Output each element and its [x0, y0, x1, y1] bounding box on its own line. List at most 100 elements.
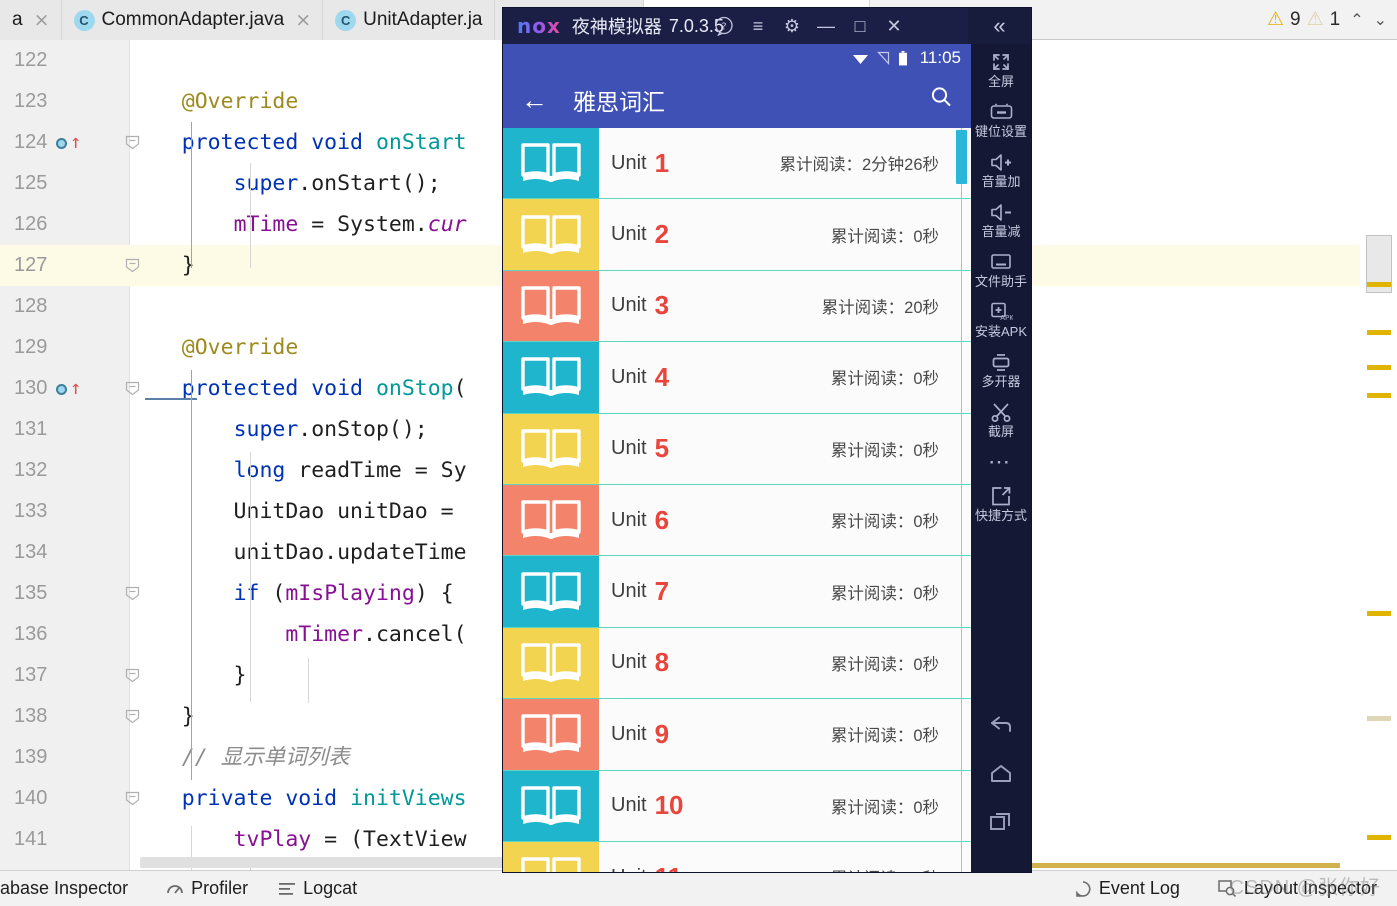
unit-list-item[interactable]: Unit 7 累计阅读：0秒: [503, 556, 971, 628]
unit-list-item[interactable]: Unit 8 累计阅读：0秒: [503, 627, 971, 700]
status-item-layout-inspector[interactable]: Layout Inspector: [1218, 878, 1377, 899]
book-icon: [503, 556, 599, 627]
ide-status-bar: abase Inspector Profiler Logcat Event Lo…: [0, 870, 1397, 906]
unit-list[interactable]: Unit 1 累计阅读：2分钟26秒 Unit 2 累计阅读：0秒 Unit 3 累计阅读：20…: [503, 128, 971, 872]
status-item-database-inspector[interactable]: abase Inspector: [0, 878, 128, 899]
line-number[interactable]: 129: [0, 327, 130, 368]
nav-home-button[interactable]: [971, 750, 1031, 798]
unit-list-item[interactable]: Unit 3 累计阅读：20秒: [503, 270, 971, 343]
list-scrollbar-thumb[interactable]: [956, 130, 967, 184]
unit-list-item[interactable]: Unit 11 累计阅读：0秒: [503, 841, 971, 872]
help-icon[interactable]: ?: [707, 8, 741, 44]
breakpoint-override-gutter-icon[interactable]: ↑: [56, 133, 82, 154]
unit-list-item[interactable]: Unit 2 累计阅读：0秒: [503, 199, 971, 271]
inspection-marker[interactable]: [1367, 330, 1391, 335]
java-class-icon: C: [73, 9, 95, 31]
line-number[interactable]: 139: [0, 737, 130, 778]
unit-list-item[interactable]: Unit 6 累计阅读：0秒: [503, 484, 971, 557]
unit-row-body: Unit 3 累计阅读：20秒: [599, 271, 971, 341]
inspection-marker[interactable]: [1367, 611, 1391, 616]
settings-gear-icon[interactable]: ⚙: [775, 8, 809, 44]
inspection-marker[interactable]: [1367, 393, 1391, 398]
line-number[interactable]: 140: [0, 778, 130, 819]
nox-tool-sidebar[interactable]: 全屏 键位设置 音量加 音量减 文件助手 APK 安装APK 多开器 截屏 ⋯ …: [971, 44, 1031, 872]
line-number[interactable]: 131: [0, 409, 130, 450]
back-arrow-icon[interactable]: ←: [521, 86, 551, 114]
inspection-marker[interactable]: [1367, 282, 1391, 287]
book-icon: [503, 199, 599, 270]
line-number[interactable]: 135: [0, 573, 130, 614]
line-number[interactable]: 126: [0, 204, 130, 245]
line-number[interactable]: 123: [0, 81, 130, 122]
file-assistant-tool[interactable]: 文件助手: [971, 244, 1031, 294]
tool-label: 安装APK: [974, 324, 1027, 339]
unit-read-time: 累计阅读：0秒: [830, 513, 939, 532]
nav-recents-button[interactable]: [971, 798, 1031, 846]
install-apk-tool[interactable]: APK 安装APK: [971, 294, 1031, 344]
line-number[interactable]: 138: [0, 696, 130, 737]
inspection-marker[interactable]: [1367, 835, 1391, 840]
line-number[interactable]: 136: [0, 614, 130, 655]
android-screen[interactable]: 11:05 ← 雅思词汇 Unit 1 累计阅读：2分钟26秒 Unit 2 累计阅读：0…: [503, 44, 971, 872]
close-icon[interactable]: ×: [295, 10, 311, 30]
maximize-icon[interactable]: □: [843, 8, 877, 44]
selection-highlight: [196, 249, 211, 282]
next-problem-icon[interactable]: ⌄: [1374, 10, 1387, 30]
indent-guide: [191, 122, 192, 268]
unit-read-time: 累计阅读：0秒: [830, 727, 939, 746]
line-number[interactable]: 122: [0, 40, 130, 81]
status-item-profiler[interactable]: Profiler: [166, 878, 248, 899]
search-icon[interactable]: [929, 85, 953, 115]
code-text: protected void onStart: [181, 130, 467, 155]
editor-tab-unitadapter[interactable]: C UnitAdapter.ja: [323, 0, 495, 40]
unit-list-item[interactable]: Unit 1 累计阅读：2分钟26秒: [503, 128, 971, 200]
unit-list-item[interactable]: Unit 9 累计阅读：0秒: [503, 699, 971, 771]
book-icon: [503, 270, 599, 342]
unit-row-body: Unit 10 累计阅读：0秒: [599, 771, 971, 841]
inspection-gutter[interactable]: [1360, 40, 1397, 888]
nox-app-name: 夜神模拟器: [571, 17, 662, 37]
editor-tab-label: a: [12, 9, 23, 30]
inspection-marker[interactable]: [1367, 365, 1391, 370]
status-item-label: abase Inspector: [0, 878, 129, 898]
breakpoint-override-gutter-icon[interactable]: ↑: [56, 379, 82, 400]
unit-list-item[interactable]: Unit 4 累计阅读：0秒: [503, 342, 971, 414]
volume-down-tool[interactable]: 音量减: [971, 194, 1031, 244]
status-item-event-log[interactable]: Event Log: [1074, 878, 1180, 899]
minimize-icon[interactable]: —: [809, 8, 843, 44]
line-number[interactable]: 128: [0, 286, 130, 327]
menu-icon[interactable]: ≡: [741, 8, 775, 44]
indent-guide: [191, 370, 192, 780]
prev-problem-icon[interactable]: ⌃: [1350, 10, 1363, 30]
line-number[interactable]: 125: [0, 163, 130, 204]
nav-back-button[interactable]: [971, 702, 1031, 750]
line-number[interactable]: 137: [0, 655, 130, 696]
nox-title-bar[interactable]: nox 夜神模拟器 7.0.3.5 ? ≡ ⚙ — □ ✕ «: [503, 8, 1031, 44]
multi-instance-tool[interactable]: 多开器: [971, 344, 1031, 394]
editor-tab-0[interactable]: a ×: [0, 0, 62, 40]
collapse-sidebar-icon[interactable]: «: [968, 8, 1031, 44]
status-item-logcat[interactable]: Logcat: [278, 878, 357, 899]
volume-up-tool[interactable]: 音量加: [971, 144, 1031, 194]
line-number[interactable]: 141: [0, 819, 130, 860]
tool-label: 截屏: [987, 424, 1014, 439]
unit-list-item[interactable]: Unit 10 累计阅读：0秒: [503, 770, 971, 842]
more-tools[interactable]: ⋯: [971, 444, 1031, 478]
code-text: UnitDao unitDao =: [130, 499, 467, 524]
keymapping-tool[interactable]: 键位设置: [971, 94, 1031, 144]
close-icon[interactable]: ✕: [877, 8, 911, 44]
unit-row-body: Unit 5 累计阅读：0秒: [599, 414, 971, 484]
line-number[interactable]: 133: [0, 491, 130, 532]
line-number[interactable]: 134: [0, 532, 130, 573]
screenshot-tool[interactable]: 截屏: [971, 394, 1031, 444]
inspection-marker-weak[interactable]: [1367, 716, 1391, 721]
editor-tab-commonadapter[interactable]: C CommonAdapter.java ×: [61, 0, 324, 40]
close-icon[interactable]: ×: [34, 10, 50, 30]
line-number[interactable]: 132: [0, 450, 130, 491]
shortcut-tool[interactable]: 快捷方式: [971, 478, 1031, 528]
fullscreen-tool[interactable]: 全屏: [971, 44, 1031, 94]
line-number[interactable]: 127: [0, 245, 130, 286]
code-text: super.onStart();: [233, 171, 441, 196]
unit-list-item[interactable]: Unit 5 累计阅读：0秒: [503, 413, 971, 485]
nox-emulator-window[interactable]: nox 夜神模拟器 7.0.3.5 ? ≡ ⚙ — □ ✕ « 11:05 ← …: [503, 8, 1031, 872]
